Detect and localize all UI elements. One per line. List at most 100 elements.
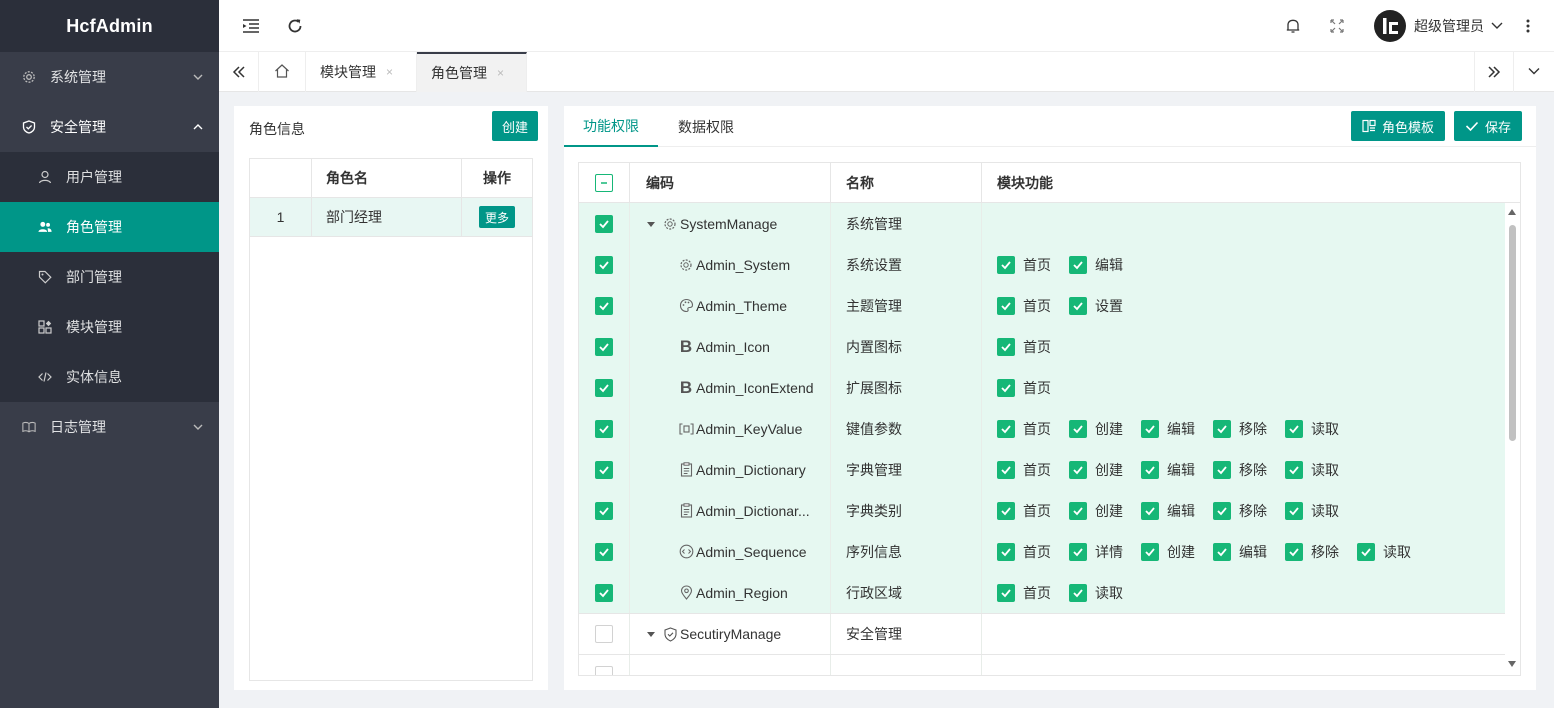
- role-template-button[interactable]: 角色模板: [1351, 111, 1446, 141]
- row-checkbox[interactable]: [595, 542, 613, 561]
- tab-role-manage[interactable]: 角色管理 ×: [417, 52, 527, 92]
- bell-icon[interactable]: [1283, 16, 1303, 36]
- checkbox[interactable]: [1069, 583, 1087, 602]
- checkbox[interactable]: [1141, 542, 1159, 561]
- checkbox[interactable]: [1213, 542, 1231, 561]
- row-checkbox[interactable]: [595, 625, 613, 643]
- sidebar-item-module-manage[interactable]: 模块管理: [0, 302, 219, 352]
- function-checkbox[interactable]: 首页: [997, 255, 1051, 275]
- scrollbar[interactable]: [1505, 203, 1520, 675]
- function-checkbox[interactable]: 首页: [997, 419, 1051, 439]
- tab-module-manage[interactable]: 模块管理 ×: [306, 52, 417, 92]
- function-checkbox[interactable]: 读取: [1285, 501, 1339, 521]
- tree-row[interactable]: Admin_Dictionar... 字典类别 首页 创建 编辑 移除 读取: [579, 490, 1520, 531]
- more-button[interactable]: 更多: [479, 206, 515, 228]
- scroll-down-arrow[interactable]: [1508, 661, 1516, 667]
- scroll-tabs-left-button[interactable]: [219, 52, 259, 92]
- save-button[interactable]: 保存: [1454, 111, 1523, 141]
- function-checkbox[interactable]: 设置: [1069, 296, 1123, 316]
- checkbox[interactable]: [997, 583, 1015, 602]
- function-checkbox[interactable]: 首页: [997, 337, 1051, 357]
- tab-function-permission[interactable]: 功能权限: [564, 106, 658, 147]
- row-checkbox[interactable]: [595, 501, 613, 520]
- function-checkbox[interactable]: 创建: [1069, 675, 1123, 676]
- row-checkbox[interactable]: [595, 378, 613, 397]
- checkbox[interactable]: [997, 378, 1015, 397]
- expand-arrow-icon[interactable]: [646, 219, 660, 229]
- tree-row[interactable]: B Admin_IconExtend 扩展图标 首页: [579, 367, 1520, 408]
- fullscreen-icon[interactable]: [1327, 16, 1347, 36]
- tree-row[interactable]: 首页 创建 编辑 移除 用户角色 个人中心: [579, 654, 1520, 676]
- scroll-tabs-right-button[interactable]: [1474, 52, 1514, 92]
- sidebar-item-user-manage[interactable]: 用户管理: [0, 152, 219, 202]
- checkbox[interactable]: [1069, 501, 1087, 520]
- function-checkbox[interactable]: 首页: [997, 501, 1051, 521]
- checkbox[interactable]: [1069, 255, 1087, 274]
- checkbox[interactable]: [1141, 501, 1159, 520]
- checkbox[interactable]: [1285, 419, 1303, 438]
- function-checkbox[interactable]: 首页: [997, 460, 1051, 480]
- function-checkbox[interactable]: 读取: [1069, 583, 1123, 603]
- checkbox[interactable]: [1069, 296, 1087, 315]
- sidebar-item-entity-info[interactable]: 实体信息: [0, 352, 219, 402]
- more-vertical-icon[interactable]: [1518, 16, 1538, 36]
- tab-data-permission[interactable]: 数据权限: [678, 106, 734, 147]
- tree-row[interactable]: Admin_Dictionary 字典管理 首页 创建 编辑 移除 读取: [579, 449, 1520, 490]
- function-checkbox[interactable]: 详情: [1069, 542, 1123, 562]
- function-checkbox[interactable]: 移除: [1213, 675, 1267, 676]
- checkbox[interactable]: [1285, 460, 1303, 479]
- function-checkbox[interactable]: 编辑: [1213, 542, 1267, 562]
- checkbox[interactable]: [997, 460, 1015, 479]
- function-checkbox[interactable]: 创建: [1069, 460, 1123, 480]
- menu-log[interactable]: 日志管理: [0, 402, 219, 452]
- function-checkbox[interactable]: 编辑: [1141, 460, 1195, 480]
- function-checkbox[interactable]: 移除: [1213, 501, 1267, 521]
- create-role-button[interactable]: 创建: [492, 111, 538, 141]
- function-checkbox[interactable]: 移除: [1213, 419, 1267, 439]
- checkbox[interactable]: [997, 337, 1015, 356]
- menu-system[interactable]: 系统管理: [0, 52, 219, 102]
- function-checkbox[interactable]: 首页: [997, 296, 1051, 316]
- function-checkbox[interactable]: 个人中心: [1385, 675, 1467, 676]
- home-tab[interactable]: [259, 52, 306, 92]
- row-checkbox[interactable]: [595, 583, 613, 602]
- row-checkbox[interactable]: [595, 460, 613, 479]
- scrollbar-thumb[interactable]: [1509, 225, 1516, 441]
- function-checkbox[interactable]: 编辑: [1069, 255, 1123, 275]
- function-checkbox[interactable]: 编辑: [1141, 501, 1195, 521]
- select-all-checkbox[interactable]: [595, 173, 613, 192]
- row-checkbox[interactable]: [595, 296, 613, 315]
- checkbox[interactable]: [1069, 460, 1087, 479]
- function-checkbox[interactable]: 编辑: [1141, 419, 1195, 439]
- row-checkbox[interactable]: [595, 214, 613, 233]
- function-checkbox[interactable]: 首页: [997, 583, 1051, 603]
- function-checkbox[interactable]: 读取: [1285, 460, 1339, 480]
- checkbox[interactable]: [1213, 501, 1231, 520]
- sidebar-item-role-manage[interactable]: 角色管理: [0, 202, 219, 252]
- checkbox[interactable]: [997, 501, 1015, 520]
- user-menu[interactable]: 超级管理员: [1374, 10, 1504, 42]
- sidebar-item-dept-manage[interactable]: 部门管理: [0, 252, 219, 302]
- checkbox[interactable]: [1141, 460, 1159, 479]
- refresh-icon[interactable]: [285, 16, 305, 36]
- checkbox[interactable]: [997, 255, 1015, 274]
- menu-security[interactable]: 安全管理: [0, 102, 219, 152]
- tree-row[interactable]: Admin_KeyValue 键值参数 首页 创建 编辑 移除 读取: [579, 408, 1520, 449]
- function-checkbox[interactable]: 移除: [1285, 542, 1339, 562]
- checkbox[interactable]: [1069, 542, 1087, 561]
- checkbox[interactable]: [1285, 501, 1303, 520]
- checkbox[interactable]: [997, 542, 1015, 561]
- tree-row[interactable]: Admin_Sequence 序列信息 首页 详情 创建 编辑 移除 读取: [579, 531, 1520, 572]
- table-row[interactable]: 1 部门经理 更多: [250, 198, 532, 237]
- tab-options-dropdown[interactable]: [1514, 52, 1554, 92]
- expand-arrow-icon[interactable]: [646, 629, 660, 639]
- function-checkbox[interactable]: 创建: [1141, 542, 1195, 562]
- function-checkbox[interactable]: 创建: [1069, 419, 1123, 439]
- tree-row[interactable]: B Admin_Icon 内置图标 首页: [579, 326, 1520, 367]
- function-checkbox[interactable]: 编辑: [1141, 675, 1195, 676]
- function-checkbox[interactable]: 创建: [1069, 501, 1123, 521]
- scroll-up-arrow[interactable]: [1508, 209, 1516, 215]
- checkbox[interactable]: [1357, 542, 1375, 561]
- tree-row[interactable]: Admin_System 系统设置 首页 编辑: [579, 244, 1520, 285]
- tree-row[interactable]: SystemManage 系统管理: [579, 203, 1520, 244]
